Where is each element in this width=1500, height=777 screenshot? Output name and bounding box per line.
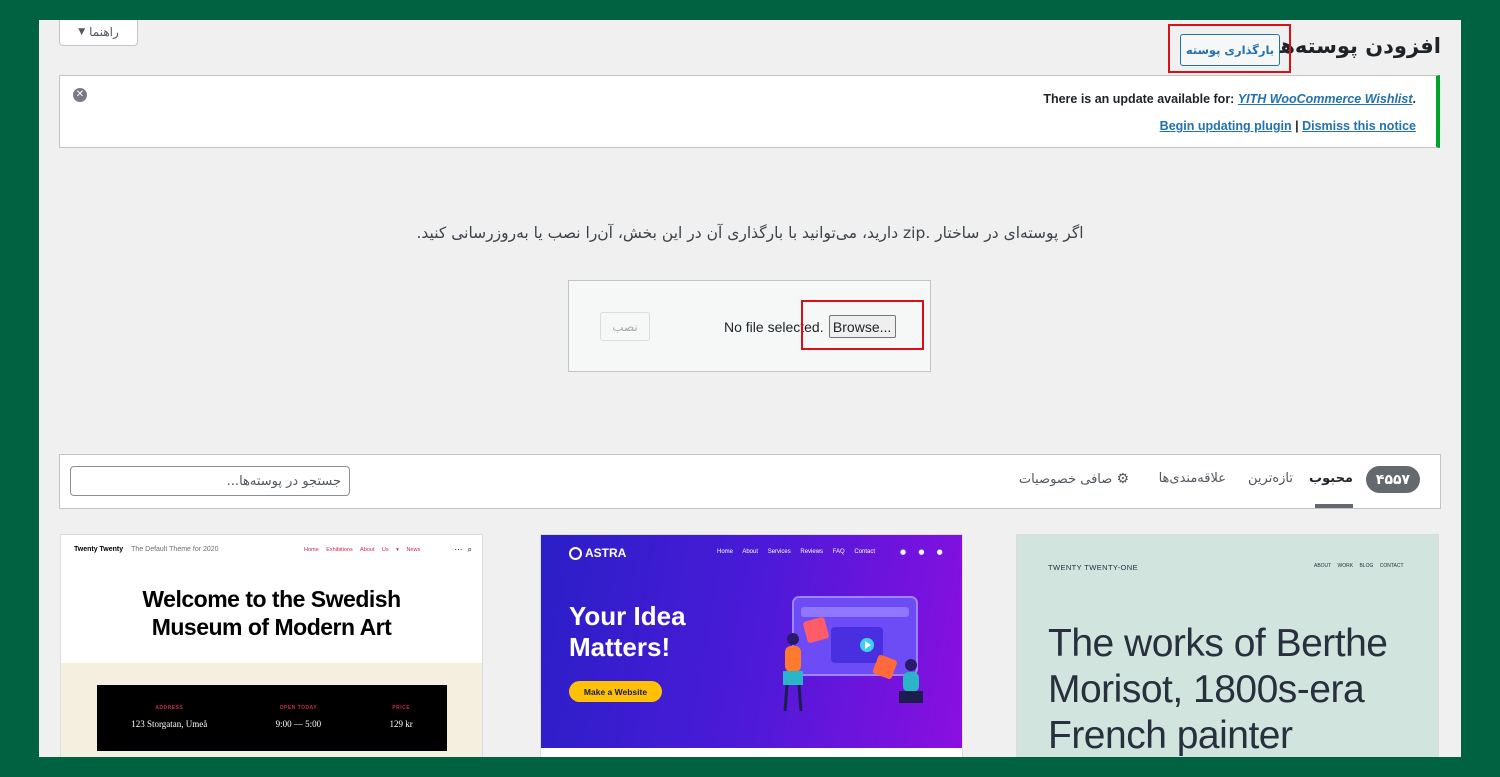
- theme-nav: Home Exhibitions About Us ▾ News: [304, 547, 421, 553]
- heading-line-1: Welcome to the Swedish: [142, 586, 401, 612]
- site-tagline: The Default Theme for 2020: [131, 546, 219, 553]
- tab-latest[interactable]: تازه‌ترین: [1248, 471, 1293, 486]
- heading-line-1: The works of Berthe: [1048, 622, 1388, 665]
- info-value: 129 kr: [389, 719, 413, 729]
- begin-update-link[interactable]: Begin updating plugin: [1160, 119, 1292, 133]
- info-price: PRICE 129 kr: [390, 705, 413, 751]
- theme-heading: Welcome to the Swedish Museum of Modern …: [61, 585, 482, 641]
- astra-logo-text: ASTRA: [585, 546, 627, 560]
- site-title: Twenty Twenty: [74, 546, 124, 553]
- illustration-image: [783, 596, 923, 712]
- notice-text: There is an update available for:: [1043, 92, 1235, 106]
- info-hours: OPEN TODAY 9:00 — 5:00: [276, 705, 322, 751]
- site-title: TWENTY TWENTY-ONE: [1048, 563, 1138, 572]
- heading-line-2: Museum of Modern Art: [151, 614, 392, 640]
- theme-card-astra[interactable]: ASTRA Home About Services Reviews FAQ Co…: [540, 534, 963, 757]
- highlight-box-browse: [801, 300, 924, 350]
- info-value: 9:00 — 5:00: [275, 719, 322, 729]
- install-button[interactable]: نصب: [600, 312, 650, 341]
- upload-description: اگر پوسته‌ای در ساختار .zip دارید، می‌تو…: [416, 224, 1084, 242]
- close-icon[interactable]: ✕: [73, 88, 87, 102]
- separator: |: [1295, 119, 1299, 133]
- tab-popular[interactable]: محبوب: [1309, 471, 1353, 486]
- info-key: PRICE: [392, 705, 411, 711]
- admin-page: راهنما ▼ افزودن پوسته‌ها بارگذاری پوسته …: [39, 20, 1461, 757]
- info-value: 123 Storgatan, Umeå: [131, 719, 208, 729]
- dismiss-notice-link[interactable]: Dismiss this notice: [1302, 119, 1416, 133]
- theme-heading: Your Idea Matters!: [569, 601, 686, 663]
- theme-nav: Home About Services Reviews FAQ Contact: [717, 549, 876, 555]
- info-address: ADDRESS 123 Storgatan, Umeå: [131, 705, 207, 751]
- upload-theme-button[interactable]: بارگذاری پوسته: [1180, 34, 1280, 66]
- notice-message: There is an update available for: YITH W…: [1043, 92, 1416, 106]
- filter-bar: ۴۵۵۷ محبوب تازه‌ترین علاقه‌مندی‌ها ⚙ صاف…: [59, 454, 1441, 509]
- heading-line-2: Matters!: [569, 632, 671, 662]
- feature-filter-button[interactable]: ⚙ صافی خصوصیات: [1019, 471, 1129, 487]
- astra-logo: ASTRA: [569, 546, 626, 560]
- astra-hero: ASTRA Home About Services Reviews FAQ Co…: [541, 535, 962, 748]
- help-tab-button[interactable]: راهنما ▼: [59, 20, 138, 46]
- plugin-link[interactable]: YITH WooCommerce Wishlist: [1238, 92, 1413, 106]
- theme-heading: The works of Berthe Morisot, 1800s-era F…: [1048, 621, 1388, 757]
- info-key: ADDRESS: [155, 705, 184, 711]
- page-title: افزودن پوسته‌ها: [1272, 34, 1441, 58]
- help-label: راهنما: [89, 24, 119, 39]
- info-block: ADDRESS 123 Storgatan, Umeå OPEN TODAY 9…: [97, 685, 447, 751]
- astra-logo-icon: [569, 546, 582, 560]
- notice-period: .: [1412, 92, 1416, 106]
- tab-favorites[interactable]: علاقه‌مندی‌ها: [1159, 471, 1226, 486]
- info-key: OPEN TODAY: [279, 705, 318, 711]
- update-notice: ✕ There is an update available for: YITH…: [59, 75, 1440, 148]
- theme-info-section: ADDRESS 123 Storgatan, Umeå OPEN TODAY 9…: [61, 663, 482, 757]
- heading-line-1: Your Idea: [569, 601, 686, 631]
- theme-card-twenty-twenty[interactable]: Twenty Twenty The Default Theme for 2020 …: [60, 534, 483, 757]
- notice-actions: Begin updating plugin | Dismiss this not…: [1160, 119, 1416, 133]
- theme-count-badge: ۴۵۵۷: [1366, 466, 1420, 493]
- theme-search-input[interactable]: جستجو در پوسته‌ها...: [70, 466, 350, 496]
- social-icons: ● ● ●: [900, 548, 948, 556]
- active-tab-indicator: [1315, 504, 1353, 508]
- make-website-button: Make a Website: [569, 681, 662, 702]
- menu-search-icons: ⋯ ⌕: [454, 545, 472, 554]
- theme-nav: ABOUT WORK BLOG CONTACT: [1314, 563, 1404, 569]
- gear-icon: ⚙: [1116, 471, 1129, 487]
- feature-filter-label: صافی خصوصیات: [1018, 472, 1113, 487]
- caret-down-icon: ▼: [78, 26, 86, 37]
- theme-site-title: Twenty Twenty The Default Theme for 2020: [74, 546, 219, 553]
- theme-card-twenty-twenty-one[interactable]: TWENTY TWENTY-ONE ABOUT WORK BLOG CONTAC…: [1016, 534, 1439, 757]
- heading-line-3: French painter: [1048, 714, 1293, 757]
- heading-line-2: Morisot, 1800s-era: [1048, 668, 1365, 711]
